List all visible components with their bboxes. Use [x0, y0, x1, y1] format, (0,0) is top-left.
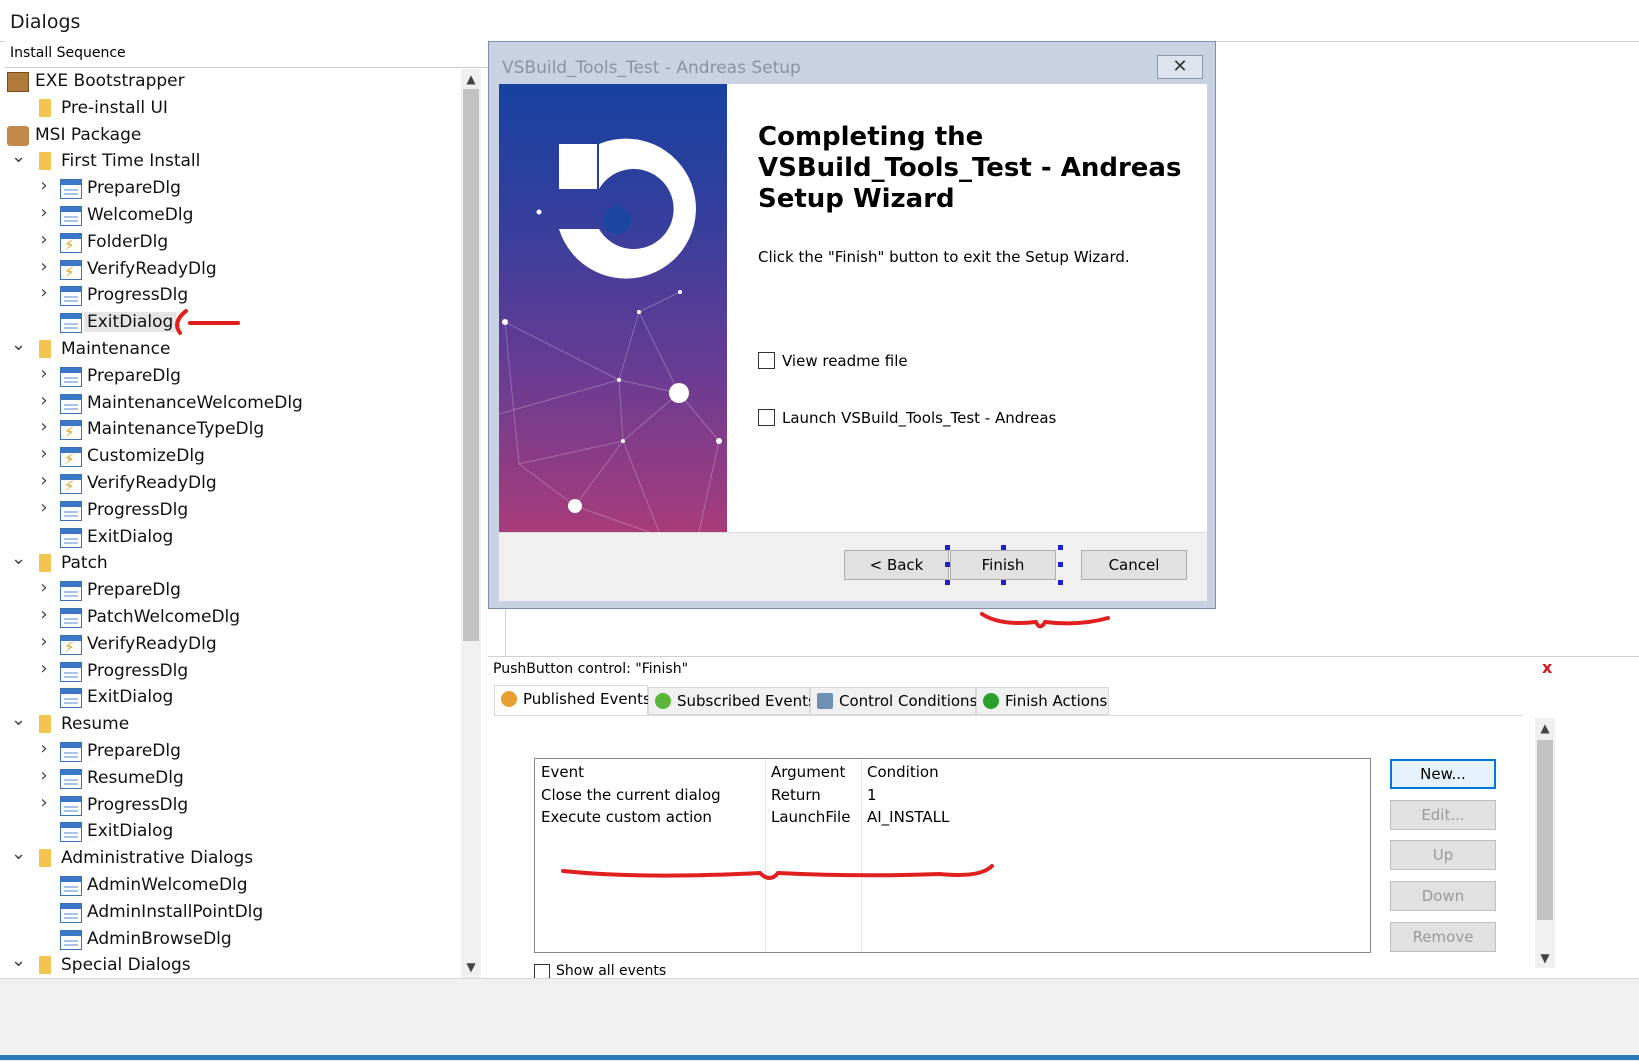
annotation-underline-row — [561, 864, 994, 880]
annotation-overlay — [175, 309, 1110, 880]
annotation-arrow-head — [175, 309, 188, 335]
annotation-underline-finish — [980, 612, 1110, 629]
